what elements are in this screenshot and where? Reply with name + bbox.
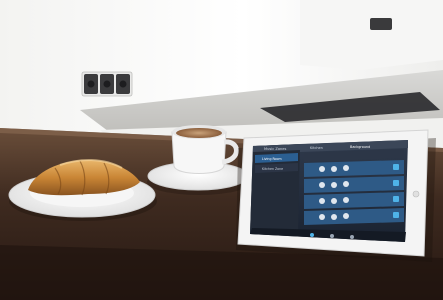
top-title: Background — [350, 145, 370, 149]
home-button[interactable] — [412, 190, 420, 198]
tablet: Music Zones Living Room Kitchen Zone Kit… — [236, 129, 436, 262]
top-tab[interactable]: Kitchen — [310, 146, 323, 150]
sidebar-item-kitchen-zone[interactable]: Kitchen Zone — [262, 167, 283, 171]
kitchen-scene: Music Zones Living Room Kitchen Zone Kit… — [0, 0, 443, 300]
cabinet — [300, 0, 443, 70]
sidebar-header: Music Zones — [264, 147, 287, 151]
wall-switch — [370, 18, 392, 30]
wall-socket — [81, 71, 133, 97]
scene-svg: Music Zones Living Room Kitchen Zone Kit… — [0, 0, 443, 300]
sidebar-item-living-room[interactable]: Living Room — [262, 157, 282, 161]
